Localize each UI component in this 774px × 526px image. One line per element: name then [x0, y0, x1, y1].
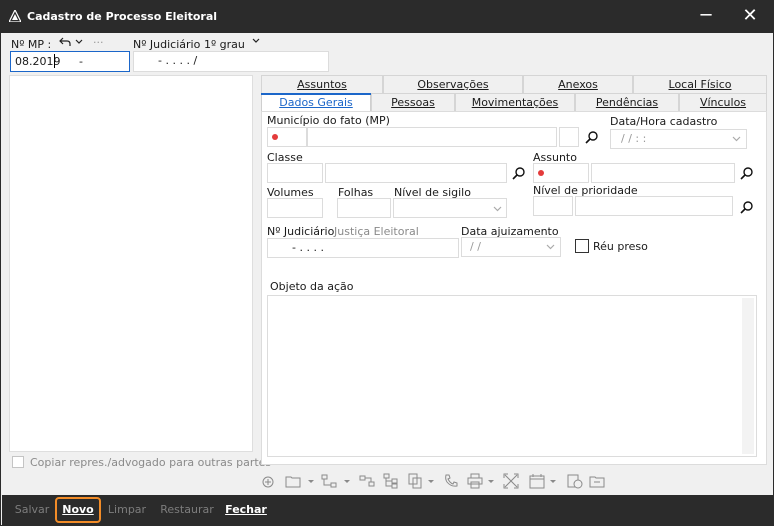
- judiciario-label: Nº Judiciário: [267, 225, 335, 238]
- limpar-button[interactable]: Limpar: [104, 495, 150, 526]
- chevron-down-icon[interactable]: [75, 39, 83, 45]
- mp-input[interactable]: 08.2019 -: [10, 51, 130, 72]
- prioridade-search-icon[interactable]: [740, 200, 754, 214]
- calendar-icon[interactable]: [529, 473, 545, 489]
- ajuizamento-chevron-icon[interactable]: [546, 244, 555, 250]
- judiciario-value: - . . . .: [292, 241, 324, 254]
- assunto-search-icon[interactable]: [740, 166, 754, 180]
- restaurar-label: Restaurar: [160, 503, 214, 516]
- documents-icon[interactable]: [407, 473, 423, 489]
- calendar-dropdown-icon[interactable]: [549, 473, 557, 489]
- tree-icon[interactable]: [383, 473, 399, 489]
- link-icon[interactable]: [359, 473, 375, 489]
- action-bar: Salvar Novo Limpar Restaurar Fechar: [2, 495, 773, 526]
- hierarchy-dropdown-icon[interactable]: [343, 473, 351, 489]
- objeto-scrollbar[interactable]: [742, 298, 754, 454]
- tab-pessoas[interactable]: Pessoas: [371, 93, 455, 111]
- fechar-label: Fechar: [225, 503, 267, 516]
- datahora-chevron-icon[interactable]: [732, 136, 741, 142]
- tab-vinculos[interactable]: Vínculos: [679, 93, 767, 111]
- municipio-name-field[interactable]: [307, 127, 557, 147]
- sigilo-select[interactable]: [393, 198, 507, 218]
- limpar-label: Limpar: [107, 503, 147, 516]
- reu-preso-checkbox[interactable]: [575, 239, 589, 253]
- print-icon[interactable]: [467, 473, 483, 489]
- undo-icon[interactable]: [59, 37, 71, 47]
- classe-name-field[interactable]: [325, 163, 507, 183]
- fechar-button[interactable]: Fechar: [222, 495, 270, 526]
- title-bar: Cadastro de Processo Eleitoral ─ ✕: [1, 1, 773, 33]
- municipio-search-icon[interactable]: [585, 130, 599, 144]
- objeto-textarea[interactable]: [267, 295, 757, 457]
- text-cursor: [54, 54, 55, 68]
- parties-list[interactable]: [9, 75, 253, 452]
- minimize-icon: ─: [700, 5, 712, 26]
- prioridade-name-field[interactable]: [575, 196, 733, 216]
- expand-icon[interactable]: [503, 473, 519, 489]
- ajuizamento-value: / /: [470, 240, 481, 253]
- close-button[interactable]: ✕: [727, 1, 773, 33]
- print-dropdown-icon[interactable]: [487, 473, 495, 489]
- classe-code-field[interactable]: [267, 163, 323, 183]
- phone-icon[interactable]: [443, 473, 459, 489]
- tab-pendencias[interactable]: Pendências: [575, 93, 679, 111]
- judicial-input[interactable]: - . . . . /: [133, 51, 329, 72]
- datahora-value: / / : :: [621, 132, 647, 145]
- window-title: Cadastro de Processo Eleitoral: [27, 10, 218, 23]
- municipio-extra-field[interactable]: [559, 127, 579, 147]
- prioridade-code-field[interactable]: [533, 196, 573, 216]
- app-logo-icon: [9, 10, 21, 22]
- more-icon[interactable]: ···: [93, 36, 104, 49]
- judicial-label: Nº Judiciário: [133, 38, 201, 51]
- toolbar-add-icon[interactable]: [261, 473, 277, 489]
- refresh-icon[interactable]: [567, 473, 583, 489]
- folder-dropdown-icon[interactable]: [307, 473, 315, 489]
- tab-movimentacoes[interactable]: Movimentações: [455, 93, 575, 111]
- tab-dados-gerais[interactable]: Dados Gerais: [261, 93, 371, 112]
- justica-label: Justiça Eleitoral: [334, 225, 419, 238]
- reu-preso-label: Réu preso: [593, 240, 648, 253]
- salvar-label: Salvar: [14, 503, 50, 516]
- required-indicator: [272, 134, 278, 140]
- window: Cadastro de Processo Eleitoral ─ ✕ Nº MP…: [0, 0, 774, 526]
- tab-local-fisico[interactable]: Local Físico: [633, 75, 767, 93]
- active-tab-indicator: [261, 93, 371, 95]
- hierarchy-icon[interactable]: [321, 473, 337, 489]
- objeto-label: Objeto da ação: [270, 280, 354, 293]
- tab-assuntos[interactable]: Assuntos: [261, 75, 383, 93]
- mp-label: Nº MP :: [11, 38, 52, 51]
- municipio-label: Município do fato (MP): [267, 114, 390, 127]
- copy-advogado-checkbox[interactable]: [12, 456, 24, 468]
- judiciario-field[interactable]: - . . . .: [267, 238, 459, 258]
- folhas-field[interactable]: [337, 198, 391, 218]
- novo-button[interactable]: Novo: [55, 497, 101, 523]
- novo-label: Novo: [62, 503, 94, 516]
- folder-icon[interactable]: [285, 473, 301, 489]
- classe-search-icon[interactable]: [512, 166, 526, 180]
- close-icon: ✕: [742, 5, 758, 26]
- salvar-button[interactable]: Salvar: [10, 495, 54, 526]
- copy-advogado-label: Copiar repres./advogado para outras part…: [30, 456, 272, 469]
- volumes-field[interactable]: [267, 198, 323, 218]
- minimize-button[interactable]: ─: [683, 1, 729, 33]
- archive-icon[interactable]: [589, 473, 605, 489]
- assunto-required-indicator: [538, 170, 544, 176]
- datahora-label: Data/Hora cadastro: [610, 115, 718, 128]
- datahora-field[interactable]: / / : :: [610, 129, 747, 149]
- tab-anexos[interactable]: Anexos: [523, 75, 633, 93]
- judicial-mask: - . . . . /: [158, 54, 198, 67]
- tab-observacoes[interactable]: Observações: [383, 75, 523, 93]
- restaurar-button[interactable]: Restaurar: [156, 495, 218, 526]
- documents-dropdown-icon[interactable]: [427, 473, 435, 489]
- judicial-degree[interactable]: 1º grau: [204, 38, 245, 51]
- sigilo-chevron-icon[interactable]: [493, 206, 502, 212]
- degree-chevron-down-icon[interactable]: [252, 38, 260, 44]
- mp-mask: -: [79, 55, 83, 68]
- assunto-name-field[interactable]: [591, 163, 735, 183]
